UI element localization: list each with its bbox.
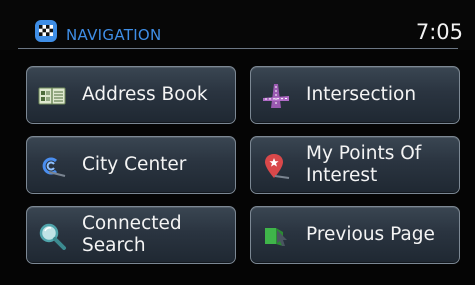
magnifier-icon [37,222,67,250]
my-points-of-interest-button[interactable]: My Points Of Interest [250,136,460,194]
header-divider [18,48,458,49]
previous-page-button[interactable]: Previous Page [250,206,460,264]
my-points-of-interest-label: My Points Of Interest [306,143,422,186]
map-pin-star-icon [261,152,291,180]
header-bar: NAVIGATION 7:05 [0,0,475,50]
page-title: NAVIGATION [66,26,162,44]
clock-time: 7:05 [415,20,463,44]
intersection-icon [261,82,291,110]
intersection-button[interactable]: Intersection [250,66,460,124]
intersection-label: Intersection [306,84,417,105]
address-book-button[interactable]: Address Book [26,66,236,124]
city-center-button[interactable]: City Center [26,136,236,194]
address-book-icon [37,82,67,110]
connected-search-label: Connected Search [82,213,182,256]
address-book-label: Address Book [82,84,208,105]
previous-page-label: Previous Page [306,224,435,245]
navigation-screen: NAVIGATION 7:05 Address Book Intersectio… [0,0,475,285]
city-center-icon [37,152,67,180]
connected-search-button[interactable]: Connected Search [26,206,236,264]
city-center-label: City Center [82,154,187,175]
checkered-flag-icon [34,19,58,43]
back-arrow-icon [261,222,291,250]
